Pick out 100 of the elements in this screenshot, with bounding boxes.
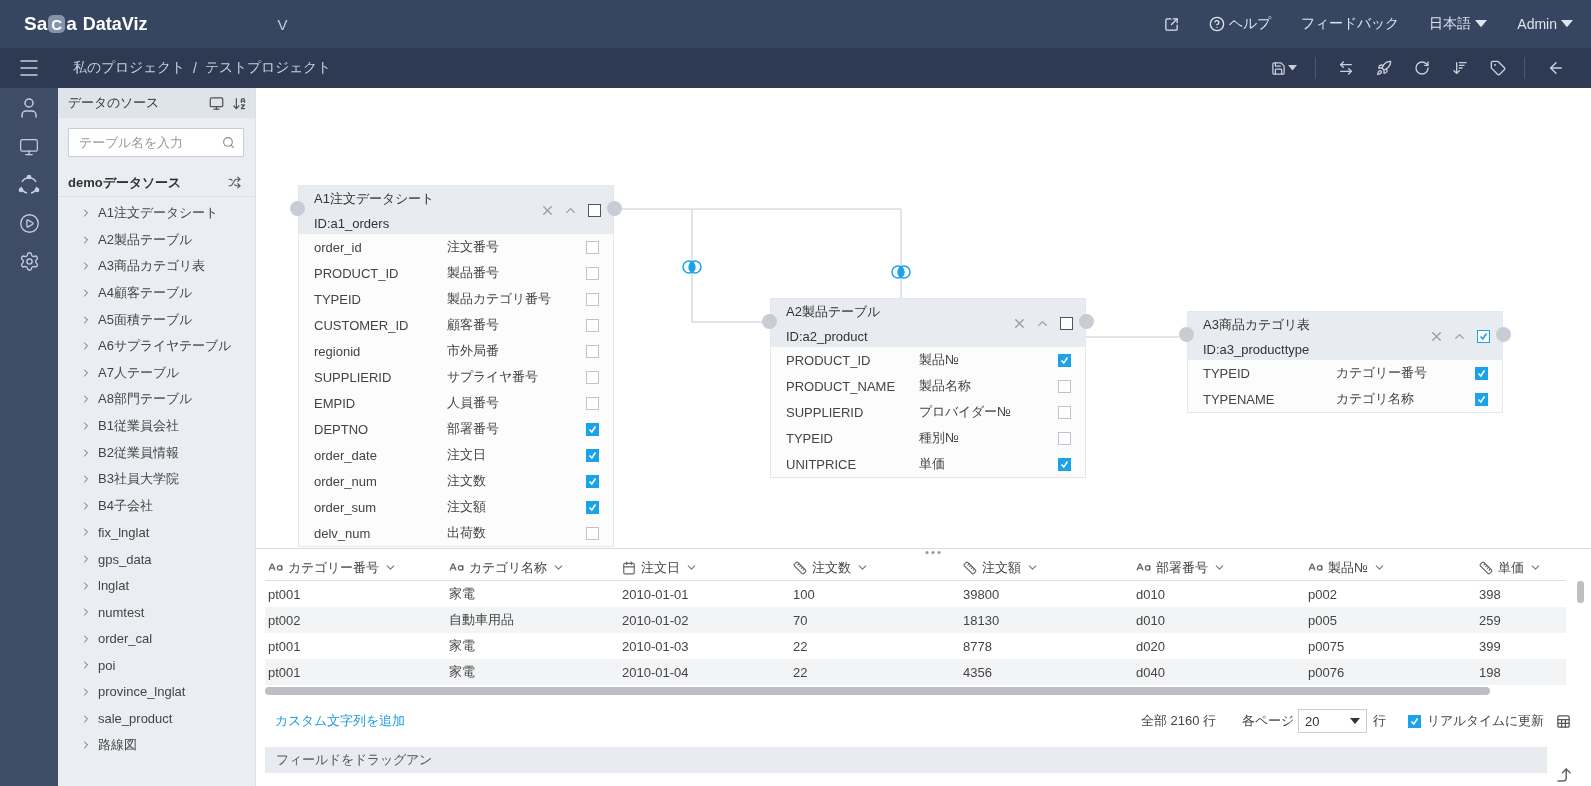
tree-item[interactable]: A6サプライヤテーブル <box>58 332 255 360</box>
excel-export-button[interactable] <box>1556 713 1571 729</box>
swap-icon <box>1338 60 1354 76</box>
table-cell-text: 2010-01-02 <box>621 612 690 628</box>
tree-item[interactable]: A5面積テーブル <box>58 306 255 333</box>
tree-item[interactable]: A4顧客テーブル <box>58 279 255 307</box>
column-header[interactable]: 製品№ <box>1305 558 1476 577</box>
tree-item[interactable]: A8部門テーブル <box>58 386 255 413</box>
checkbox[interactable] <box>1477 329 1490 343</box>
tree-item[interactable]: B2従業員情報 <box>58 439 255 466</box>
user-menu[interactable]: Admin <box>1517 16 1573 32</box>
checkbox[interactable] <box>1058 457 1071 471</box>
expand-icon[interactable] <box>1164 16 1180 32</box>
checkbox[interactable] <box>586 266 599 280</box>
table-cell-text: pt001 <box>267 638 302 654</box>
table-cell-text: 259 <box>1478 612 1502 628</box>
table-node[interactable]: A1注文データシート ID:a1_orders order_id 注文番号 PRODUCT_ID 製品番号 TYPEID 製品カテゴリ番号 CUSTOMER_ID 顧客番号 regionid 市外局番 SUPPLIERID サプライヤ番号 EMPID 人員番号 DEPTNO 部署番号 order_date 注文日 order_num 注文数 order_sum 注文額 delv_num 出荷数 <box>298 185 614 547</box>
feedback-link[interactable]: フィードバック <box>1301 15 1400 33</box>
checkbox[interactable] <box>586 422 599 436</box>
sort-icon[interactable] <box>232 95 247 111</box>
column-header[interactable]: カテゴリ名称 <box>446 558 619 577</box>
tree-item[interactable]: gps_data <box>58 545 255 573</box>
tree-item[interactable]: numtest <box>58 598 255 626</box>
column-header[interactable]: 単価 <box>1476 558 1566 577</box>
table-cell-text: 39800 <box>962 586 1001 602</box>
checkbox[interactable] <box>1408 714 1421 728</box>
breadcrumb-item[interactable]: テストプロジェクト <box>204 59 331 77</box>
realtime-checkbox[interactable]: リアルタイムに更新 <box>1408 712 1544 730</box>
swap-button[interactable] <box>1338 60 1354 76</box>
drop-zone[interactable]: フィールドをドラッグアン <box>265 747 1547 773</box>
tree-item[interactable]: B4子会社 <box>58 492 255 520</box>
tree-item[interactable]: poi <box>58 652 255 679</box>
field-name: DEPTNO <box>314 421 370 437</box>
help-link[interactable]: ヘルプ <box>1209 15 1272 33</box>
checkbox[interactable] <box>1058 353 1071 367</box>
tree-item[interactable]: A1注文データシート <box>58 200 255 227</box>
checkbox[interactable] <box>586 500 599 514</box>
table-node[interactable]: A2製品テーブル ID:a2_product PRODUCT_ID 製品№ PRODUCT_NAME 製品名称 SUPPLIERID プロバイダー№ TYPEID 種別№ UNITPRICE 単価 <box>770 298 1086 478</box>
tree-item[interactable]: lnglat <box>58 572 255 599</box>
tree-item[interactable]: B1従業員会社 <box>58 412 255 440</box>
page-size-select[interactable]: 20 <box>1298 709 1367 733</box>
tag-icon <box>1490 60 1506 76</box>
sort-icon <box>1452 60 1468 76</box>
table-node[interactable]: A3商品カテゴリ表 ID:a3_producttype TYPEID カテゴリー番号 TYPENAME カテゴリ名称 <box>1187 311 1503 413</box>
checkbox[interactable] <box>1058 379 1071 393</box>
rail-button[interactable] <box>18 213 40 234</box>
join-icon[interactable] <box>682 260 702 274</box>
shuffle-icon[interactable] <box>228 176 241 189</box>
tree-item[interactable]: A2製品テーブル <box>58 226 255 254</box>
tree-item[interactable]: B3社員大学院 <box>58 465 255 493</box>
checkbox[interactable] <box>586 240 599 254</box>
tree-item[interactable]: 路線図 <box>58 731 255 759</box>
field-label: 出荷数 <box>447 524 487 542</box>
refresh-button[interactable] <box>1414 60 1430 76</box>
column-header[interactable]: 注文額 <box>960 558 1133 577</box>
back-button[interactable] <box>1547 59 1565 77</box>
checkbox[interactable] <box>1475 392 1488 406</box>
join-icon[interactable] <box>891 265 911 279</box>
rail-button[interactable] <box>18 251 40 272</box>
upload-button[interactable] <box>1555 766 1573 784</box>
tag-button[interactable] <box>1490 60 1506 76</box>
checkbox[interactable] <box>586 292 599 306</box>
search-field[interactable]: テーブル名を入力 <box>68 128 244 157</box>
tree-item[interactable]: A3商品カテゴリ表 <box>58 253 255 280</box>
checkbox[interactable] <box>586 396 599 410</box>
column-header[interactable]: 注文日 <box>619 558 790 577</box>
tree-item[interactable]: province_lnglat <box>58 678 255 706</box>
checkbox[interactable] <box>586 526 599 540</box>
total-count: 全部 2160 行 <box>1140 712 1216 730</box>
column-header[interactable]: カテゴリー番号 <box>265 558 446 577</box>
language-menu[interactable]: 日本語 <box>1429 15 1488 33</box>
checkbox[interactable] <box>586 448 599 462</box>
resize-handle[interactable] <box>923 550 942 555</box>
tree-item[interactable]: sale_product <box>58 705 255 732</box>
checkbox[interactable] <box>1058 431 1071 445</box>
checkbox[interactable] <box>1475 366 1488 380</box>
breadcrumb-item[interactable]: 私のプロジェクト <box>73 59 185 77</box>
scrollbar[interactable] <box>265 687 1490 695</box>
scrollbar[interactable] <box>1577 581 1584 603</box>
checkbox[interactable] <box>1060 316 1073 330</box>
tree-item[interactable]: A7人テーブル <box>58 359 255 387</box>
sort-button[interactable] <box>1452 60 1468 76</box>
column-header[interactable]: 部署番号 <box>1133 558 1305 577</box>
field-name: UNITPRICE <box>786 456 858 472</box>
save-button[interactable] <box>1271 60 1297 76</box>
rail-button[interactable] <box>19 137 39 157</box>
tree-item[interactable]: fix_lnglat <box>58 519 255 546</box>
rocket-button[interactable] <box>1376 60 1392 76</box>
checkbox[interactable] <box>1058 405 1071 419</box>
rail-button[interactable] <box>18 174 40 196</box>
checkbox[interactable] <box>586 474 599 488</box>
tree-item[interactable]: order_cal <box>58 625 255 653</box>
column-header[interactable]: 注文数 <box>790 558 960 577</box>
checkbox[interactable] <box>588 203 601 217</box>
monitor-icon[interactable] <box>209 95 224 111</box>
checkbox[interactable] <box>586 318 599 332</box>
checkbox[interactable] <box>586 370 599 384</box>
field-name: PRODUCT_ID <box>786 352 872 368</box>
checkbox[interactable] <box>586 344 599 358</box>
table-cell-text: p0076 <box>1307 664 1346 680</box>
